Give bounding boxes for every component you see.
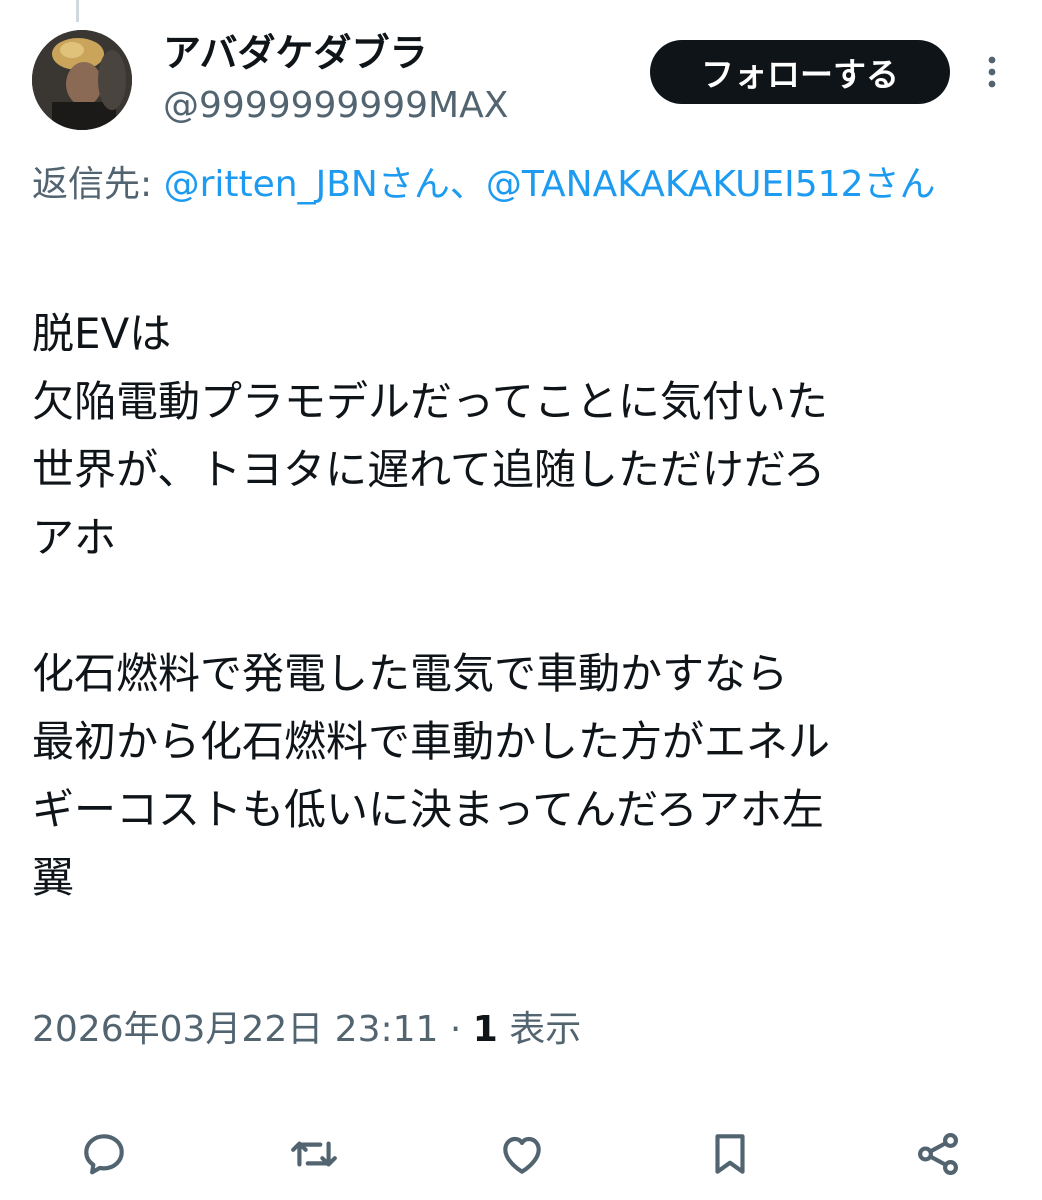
avatar[interactable] bbox=[32, 30, 132, 130]
reply-to-line: 返信先: @ritten_JBNさん、@TANAKAKAKUEI512さん bbox=[32, 158, 1022, 212]
share-button[interactable] bbox=[910, 1126, 966, 1182]
repost-icon bbox=[291, 1141, 337, 1167]
views-count[interactable]: 1 bbox=[473, 1009, 498, 1050]
bookmark-icon bbox=[715, 1134, 745, 1174]
author-handle[interactable]: @9999999999MAX bbox=[163, 82, 508, 130]
like-icon bbox=[503, 1136, 541, 1174]
tweet-meta: 2026年03月22日 23:11 · 1 表示 bbox=[32, 1003, 581, 1057]
meta-separator: · bbox=[438, 1009, 473, 1050]
reply-button[interactable] bbox=[76, 1126, 132, 1182]
reply-mention-ritten[interactable]: @ritten_JBNさん bbox=[164, 164, 450, 205]
reply-icon bbox=[84, 1134, 124, 1175]
repost-button[interactable] bbox=[286, 1126, 342, 1182]
more-options-button[interactable] bbox=[972, 50, 1012, 94]
tweet-timestamp[interactable]: 2026年03月22日 23:11 bbox=[32, 1009, 438, 1050]
share-icon bbox=[918, 1132, 958, 1176]
action-bar bbox=[0, 1118, 1042, 1188]
author-display-name[interactable]: アバダケダブラ bbox=[163, 28, 427, 78]
views-label: 表示 bbox=[497, 1009, 582, 1050]
like-button[interactable] bbox=[494, 1126, 550, 1182]
tweet-text: 脱EVは 欠陥電動プラモデルだってことに気付いた 世界が、トヨタに遅れて追随した… bbox=[32, 309, 831, 902]
follow-button[interactable]: フォローする bbox=[650, 40, 950, 104]
thread-connector-line bbox=[76, 0, 79, 22]
reply-mention-tanaka[interactable]: @TANAKAKAKUEI512さん bbox=[486, 164, 936, 205]
avatar-photo bbox=[32, 30, 132, 130]
reply-to-prefix: 返信先: bbox=[32, 164, 164, 205]
bookmark-button[interactable] bbox=[702, 1126, 758, 1182]
reply-mention-separator: 、 bbox=[449, 164, 486, 205]
more-vertical-icon bbox=[988, 56, 996, 88]
